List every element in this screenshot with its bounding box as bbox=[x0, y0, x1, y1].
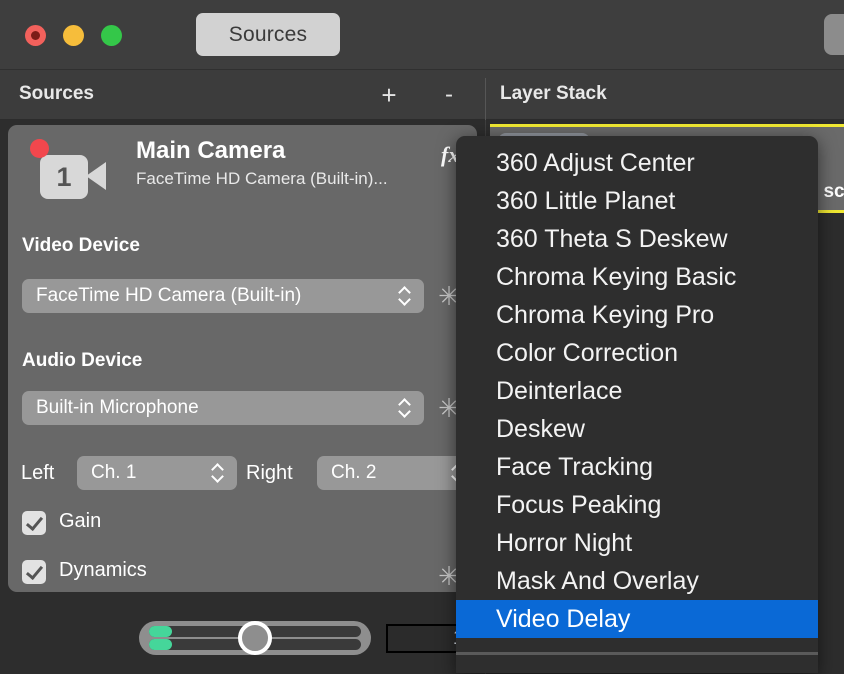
gain-slider[interactable] bbox=[139, 621, 371, 655]
add-source-button[interactable]: + bbox=[372, 78, 406, 112]
right-channel-label: Right bbox=[246, 462, 293, 484]
gain-meter-right-fill bbox=[149, 639, 172, 650]
menu-item[interactable]: Color Correction bbox=[456, 334, 818, 372]
window-title-tab[interactable]: Sources bbox=[196, 13, 340, 56]
left-channel-select[interactable]: Ch. 1 bbox=[77, 456, 237, 490]
audio-device-label: Audio Device bbox=[22, 350, 143, 371]
gain-meter-left-fill bbox=[149, 626, 172, 637]
app-window: Sources Sources + - Layer Stack 1 Main C… bbox=[0, 0, 844, 674]
layer-stack-panel-title: Layer Stack bbox=[500, 83, 607, 104]
left-channel-label: Left bbox=[21, 462, 55, 484]
panel-divider bbox=[485, 78, 486, 120]
toolbar-overflow-button[interactable] bbox=[824, 14, 844, 55]
gain-checkbox[interactable] bbox=[22, 511, 46, 535]
menu-item[interactable]: Chroma Keying Pro bbox=[456, 296, 818, 334]
source-subtitle: FaceTime HD Camera (Built-in)... bbox=[136, 169, 388, 188]
left-channel-value: Ch. 1 bbox=[91, 462, 137, 483]
layer-item-label: scr bbox=[823, 181, 844, 202]
gain-label: Gain bbox=[59, 510, 102, 532]
menu-item[interactable]: Mask And Overlay bbox=[456, 562, 818, 600]
menu-footer-spacer bbox=[456, 638, 818, 652]
panel-header-bar: Sources + - Layer Stack bbox=[0, 70, 844, 120]
menu-item[interactable]: Deinterlace bbox=[456, 372, 818, 410]
menu-item[interactable]: 360 Theta S Deskew bbox=[456, 220, 818, 258]
source-card[interactable]: 1 Main Camera FaceTime HD Camera (Built-… bbox=[8, 125, 477, 592]
menu-item[interactable]: Horror Night bbox=[456, 524, 818, 562]
sources-panel-title: Sources bbox=[19, 83, 94, 104]
right-channel-select[interactable]: Ch. 2 bbox=[317, 456, 477, 490]
source-name: Main Camera bbox=[136, 137, 286, 164]
menu-item[interactable]: 360 Little Planet bbox=[456, 182, 818, 220]
menu-item[interactable]: 360 Adjust Center bbox=[456, 144, 818, 182]
sources-panel: 1 Main Camera FaceTime HD Camera (Built-… bbox=[0, 120, 485, 674]
right-channel-value: Ch. 2 bbox=[331, 462, 377, 483]
menu-item[interactable]: Chroma Keying Basic bbox=[456, 258, 818, 296]
menu-item[interactable]: Face Tracking bbox=[456, 448, 818, 486]
dynamics-checkbox[interactable] bbox=[22, 560, 46, 584]
video-device-select[interactable]: FaceTime HD Camera (Built-in) bbox=[22, 279, 424, 313]
traffic-light-group bbox=[25, 25, 122, 46]
close-button[interactable] bbox=[25, 25, 46, 46]
menu-item[interactable]: Video Delay bbox=[456, 600, 818, 638]
remove-source-button[interactable]: - bbox=[432, 78, 466, 112]
camera-icon: 1 bbox=[28, 139, 106, 199]
source-card-header: 1 Main Camera FaceTime HD Camera (Built-… bbox=[8, 125, 477, 217]
camera-lens-icon bbox=[86, 162, 106, 190]
effects-popup-menu[interactable]: 360 Adjust Center 360 Little Planet 360 Th… bbox=[456, 136, 818, 673]
camera-number-badge: 1 bbox=[40, 155, 88, 199]
record-indicator-icon bbox=[30, 139, 49, 158]
chevron-updown-icon bbox=[399, 395, 413, 421]
chevron-updown-icon bbox=[399, 283, 413, 309]
minimize-button[interactable] bbox=[63, 25, 84, 46]
menu-item[interactable]: Deskew bbox=[456, 410, 818, 448]
video-device-label: Video Device bbox=[22, 235, 140, 256]
audio-device-select[interactable]: Built-in Microphone bbox=[22, 391, 424, 425]
gain-slider-knob[interactable] bbox=[238, 621, 272, 655]
title-bar: Sources bbox=[0, 0, 844, 70]
video-device-value: FaceTime HD Camera (Built-in) bbox=[36, 285, 302, 306]
menu-tail-spacer bbox=[456, 655, 818, 673]
menu-item[interactable]: Focus Peaking bbox=[456, 486, 818, 524]
chevron-updown-icon bbox=[212, 460, 226, 486]
dynamics-label: Dynamics bbox=[59, 559, 147, 581]
zoom-button[interactable] bbox=[101, 25, 122, 46]
audio-device-value: Built-in Microphone bbox=[36, 397, 199, 418]
